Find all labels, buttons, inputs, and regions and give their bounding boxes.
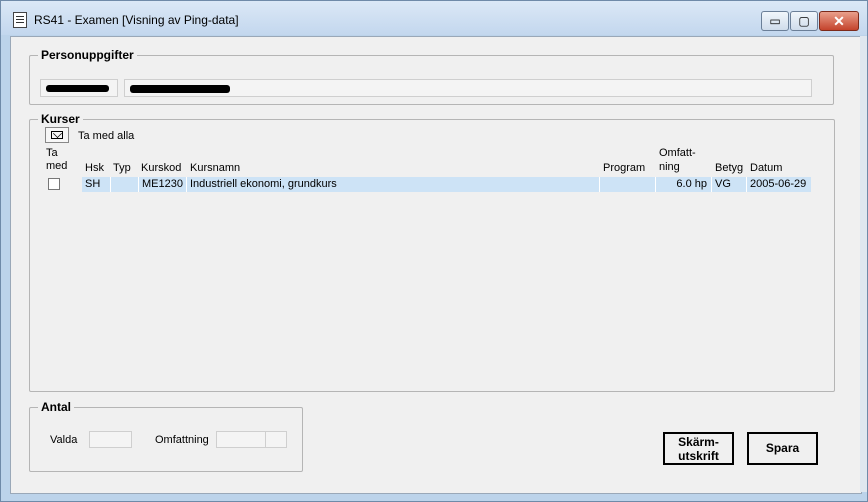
omfattning-label: Omfattning <box>155 434 209 446</box>
window-edge <box>860 36 867 492</box>
title-bar[interactable]: RS41 - Examen [Visning av Ping-data] ▭ ▢… <box>1 1 867 35</box>
person-group-title: Personuppgifter <box>38 48 137 62</box>
col-header-betyg: Betyg <box>715 162 744 174</box>
select-all-label: Ta med alla <box>78 130 135 142</box>
redaction-bar <box>130 85 230 93</box>
application-window: RS41 - Examen [Visning av Ping-data] ▭ ▢… <box>0 0 868 502</box>
close-icon: ✕ <box>833 13 845 29</box>
cell-hsk: SH <box>82 177 111 192</box>
courses-group-title: Kurser <box>38 112 83 126</box>
client-area: Personuppgifter Kurser Ta med alla Ta me… <box>10 36 862 494</box>
table-row[interactable]: SH ME1230 Industriell ekonomi, grundkurs… <box>82 177 811 192</box>
row-take-checkbox[interactable] <box>48 178 60 190</box>
select-all-button[interactable] <box>45 127 69 143</box>
cell-omfattning: 6.0 hp <box>656 177 712 192</box>
print-button[interactable]: Skärm- utskrift <box>663 432 734 465</box>
valda-field[interactable] <box>89 431 132 448</box>
cell-betyg: VG <box>712 177 747 192</box>
col-header-kursnamn: Kursnamn <box>190 162 241 174</box>
minimize-button[interactable]: ▭ <box>761 11 789 31</box>
maximize-button[interactable]: ▢ <box>790 11 818 31</box>
col-header-datum: Datum <box>750 162 783 174</box>
antal-group-title: Antal <box>38 400 74 414</box>
cell-kurskod: ME1230 <box>139 177 187 192</box>
person-name-field[interactable] <box>124 79 812 97</box>
col-header-hsk: Hsk <box>85 162 104 174</box>
redaction-bar <box>46 85 109 92</box>
col-header-typ: Typ <box>113 162 131 174</box>
minimize-icon: ▭ <box>769 14 781 28</box>
col-header-take: Ta med <box>46 147 68 172</box>
maximize-icon: ▢ <box>798 14 810 28</box>
omfattning-unit-field[interactable] <box>265 431 287 448</box>
cell-typ <box>111 177 139 192</box>
cell-datum: 2005-06-29 <box>750 178 807 190</box>
omfattning-field[interactable] <box>216 431 266 448</box>
col-header-program: Program <box>603 162 646 174</box>
col-header-kurskod: Kurskod <box>141 162 182 174</box>
app-icon <box>13 12 27 28</box>
close-button[interactable]: ✕ <box>819 11 859 31</box>
person-group: Personuppgifter <box>29 48 834 105</box>
valda-label: Valda <box>50 434 78 446</box>
person-id-field[interactable] <box>40 79 118 97</box>
cell-kursnamn: Industriell ekonomi, grundkurs <box>187 177 600 192</box>
cell-program <box>600 177 656 192</box>
save-button[interactable]: Spara <box>747 432 818 465</box>
window-title: RS41 - Examen [Visning av Ping-data] <box>34 13 239 27</box>
col-header-omfattning: Omfatt- ning <box>659 147 696 173</box>
courses-group: Kurser <box>29 112 835 392</box>
